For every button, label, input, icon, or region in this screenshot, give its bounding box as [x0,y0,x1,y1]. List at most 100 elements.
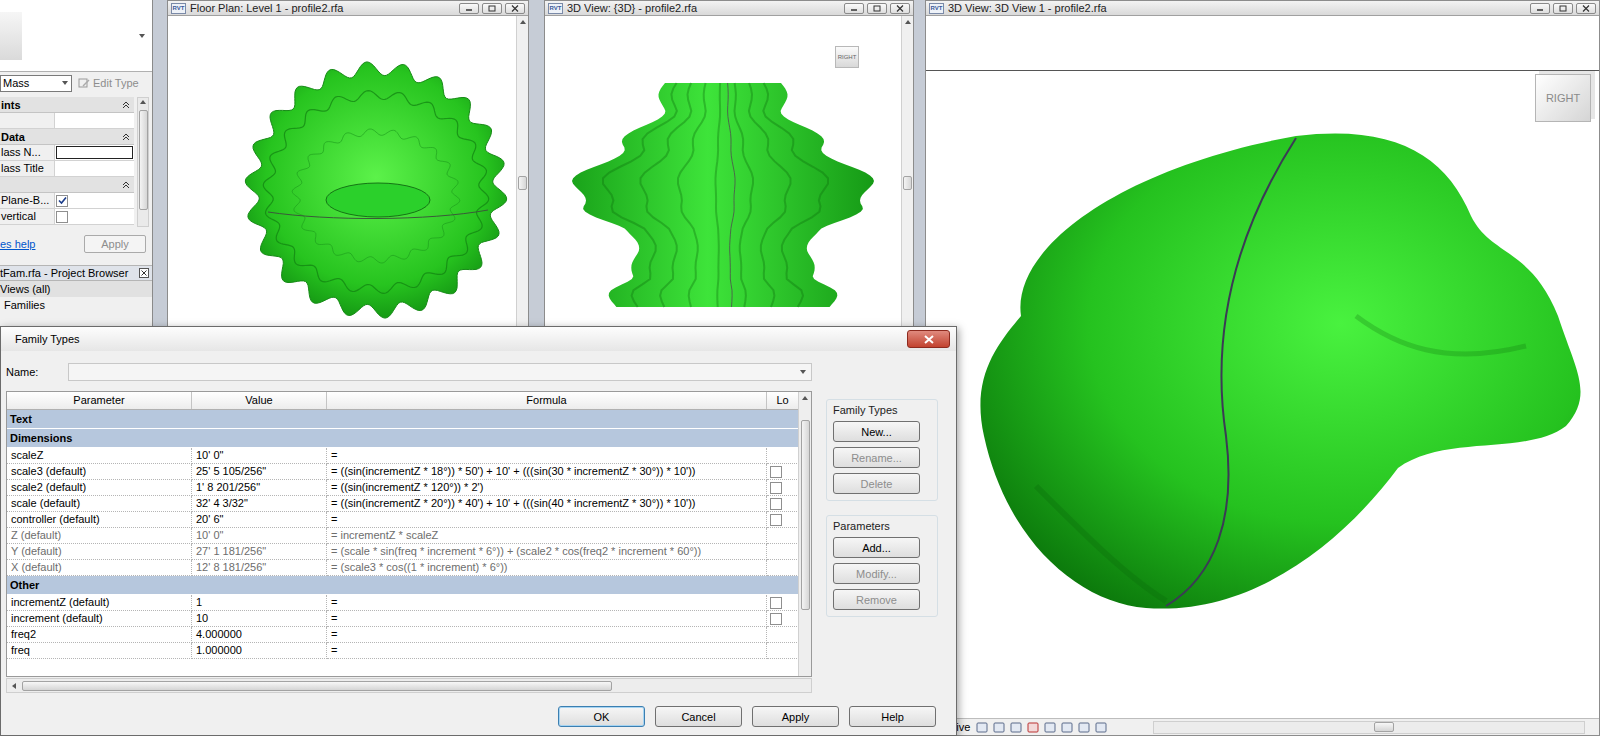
parameter-value[interactable]: 10' 0" [192,448,327,464]
parameter-formula[interactable]: = ((sin(incrementZ * 20°)) * 40') + 10' … [327,496,767,512]
property-input[interactable] [56,146,133,159]
property-checkbox[interactable] [56,195,68,207]
horizontal-scrollbar[interactable] [1153,721,1585,734]
dropdown-arrow-icon[interactable] [799,368,807,376]
restore-button[interactable] [867,3,887,14]
properties-help-link[interactable]: es help [0,238,35,250]
parameter-value[interactable]: 25' 5 105/256" [192,464,327,480]
parameter-row[interactable]: freq24.000000= [7,627,798,643]
parameter-row[interactable]: incrementZ (default)1= [7,595,798,611]
parameter-row[interactable]: Z (default)10' 0"= incrementZ * scaleZ [7,528,798,544]
close-icon[interactable] [139,268,149,278]
parameter-row[interactable]: scale2 (default)1' 8 201/256"= ((sin(inc… [7,480,798,496]
dialog-close-button[interactable] [907,330,950,348]
type-selector[interactable]: Mass [0,75,72,92]
parameter-formula[interactable]: = [327,611,767,627]
scroll-up-icon[interactable] [139,98,147,106]
parameter-formula[interactable]: = [327,627,767,643]
view-title-bar[interactable]: RVT3D View: {3D} - profile2.rfa [545,1,913,16]
column-header[interactable]: Value [192,392,327,409]
dropdown-arrow-icon[interactable] [61,79,69,87]
dialog-button[interactable]: Remove [833,589,920,610]
property-checkbox[interactable] [56,211,68,223]
scroll-thumb[interactable] [1374,722,1394,732]
lock-checkbox[interactable] [770,498,782,510]
column-header[interactable]: Lo [767,392,798,409]
name-select[interactable] [68,363,812,381]
lock-checkbox[interactable] [770,482,782,494]
parameter-value[interactable]: 4.000000 [192,627,327,643]
table-horizontal-scrollbar[interactable] [6,678,812,693]
view-cube[interactable]: RIGHT [1535,74,1591,122]
parameter-row[interactable]: Y (default)27' 1 181/256"= (scale * sin(… [7,544,798,560]
parameter-value[interactable]: 10 [192,611,327,627]
view-control-icon[interactable] [1061,722,1073,733]
view-control-icon[interactable] [1044,722,1056,733]
parameter-row[interactable]: increment (default)10= [7,611,798,627]
collapse-icon[interactable] [122,101,130,109]
parameter-formula[interactable]: = [327,512,767,528]
edit-type-button[interactable]: Edit Type [78,77,139,89]
property-value[interactable] [54,209,134,224]
property-value[interactable] [54,161,134,176]
footer-button[interactable]: Help [849,706,936,727]
property-group-header[interactable] [0,177,134,193]
dropdown-arrow-icon[interactable] [138,32,146,40]
parameter-row[interactable]: scale3 (default)25' 5 105/256"= ((sin(in… [7,464,798,480]
scroll-up-icon[interactable] [904,18,912,26]
scroll-thumb[interactable] [139,110,148,210]
dialog-button[interactable]: Add... [833,537,920,558]
table-scrollbar[interactable] [798,392,811,676]
view-control-icon[interactable] [1078,722,1090,733]
restore-button[interactable] [482,3,502,14]
parameter-formula[interactable]: = [327,643,767,659]
view-control-icon[interactable] [1027,722,1039,733]
property-group-header[interactable]: ints [0,97,134,113]
parameter-row[interactable]: freq1.000000= [7,643,798,659]
minimize-button[interactable] [459,3,479,14]
parameter-formula[interactable]: = [327,448,767,464]
footer-button[interactable]: OK [558,706,645,727]
parameter-formula[interactable]: = (scale * sin(freq * increment * 6°)) +… [327,544,767,560]
parameter-row[interactable]: controller (default)20' 6"= [7,512,798,528]
footer-button[interactable]: Cancel [655,706,742,727]
scroll-thumb[interactable] [903,176,912,190]
view-canvas[interactable]: RIGHT [926,16,1599,718]
parameter-value[interactable]: 1.000000 [192,643,327,659]
parameter-formula[interactable]: = ((sin(incrementZ * 120°)) * 2') [327,480,767,496]
collapse-icon[interactable] [122,133,130,141]
view-control-icon[interactable] [1095,722,1107,733]
minimize-button[interactable] [844,3,864,14]
close-button[interactable] [890,3,910,14]
property-value[interactable] [54,145,134,160]
close-button[interactable] [1576,3,1596,14]
lock-checkbox[interactable] [770,597,782,609]
dialog-button[interactable]: Delete [833,473,920,494]
dialog-button[interactable]: Modify... [833,563,920,584]
view-control-icon[interactable] [976,722,988,733]
minimize-button[interactable] [1530,3,1550,14]
view-title-bar[interactable]: RVT3D View: 3D View 1 - profile2.rfa [926,1,1599,16]
parameter-value[interactable]: 1 [192,595,327,611]
parameter-value[interactable]: 10' 0" [192,528,327,544]
scroll-thumb[interactable] [22,681,612,691]
parameter-formula[interactable]: = [327,595,767,611]
browser-tree-item[interactable]: Families [0,297,152,313]
footer-button[interactable]: Apply [752,706,839,727]
view-control-icon[interactable] [1010,722,1022,733]
lock-checkbox[interactable] [770,466,782,478]
dialog-title-bar[interactable]: Family Types [1,327,956,351]
scroll-thumb[interactable] [518,176,527,190]
parameter-row[interactable]: scale (default)32' 4 3/32"= ((sin(increm… [7,496,798,512]
restore-button[interactable] [1553,3,1573,14]
dialog-button[interactable]: New... [833,421,920,442]
view-control-icon[interactable] [993,722,1005,733]
parameter-formula[interactable]: = (scale3 * cos((1 * increment) * 6°)) [327,560,767,576]
parameter-value[interactable]: 1' 8 201/256" [192,480,327,496]
parameter-value[interactable]: 20' 6" [192,512,327,528]
parameter-value[interactable]: 32' 4 3/32" [192,496,327,512]
parameter-row[interactable]: X (default)12' 8 181/256"= (scale3 * cos… [7,560,798,576]
column-header[interactable]: Formula [327,392,767,409]
lock-checkbox[interactable] [770,613,782,625]
scroll-up-icon[interactable] [519,18,527,26]
